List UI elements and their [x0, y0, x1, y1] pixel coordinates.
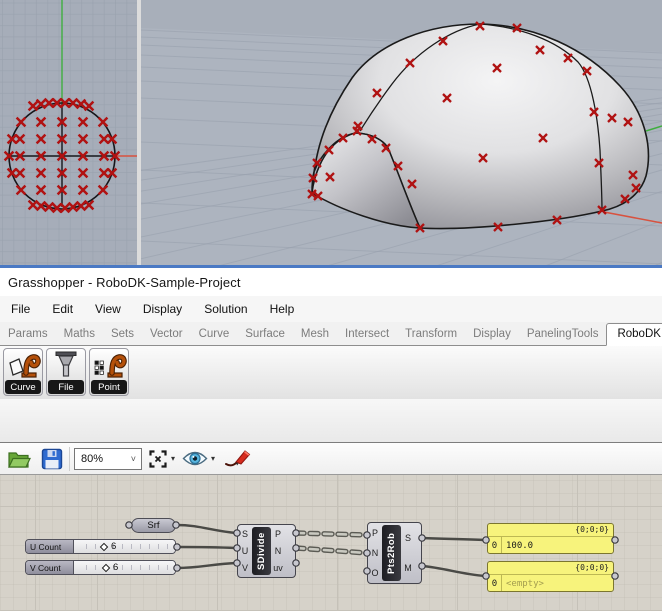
panel-path: {0;0;0} — [488, 562, 613, 575]
component-tab-bar: Params Maths Sets Vector Curve Surface M… — [0, 322, 662, 346]
window-title-bar[interactable]: Grasshopper - RoboDK-Sample-Project — [0, 268, 662, 296]
tab-params[interactable]: Params — [0, 324, 56, 345]
tab-mesh[interactable]: Mesh — [293, 324, 337, 345]
robot-curve-icon — [4, 349, 42, 383]
robot-point-icon — [90, 349, 128, 383]
output-s[interactable]: S — [405, 533, 411, 543]
grasshopper-canvas[interactable]: Srf U Count 6 V Count 6 S U V S — [0, 475, 662, 611]
input-s[interactable]: S — [242, 529, 248, 539]
data-panel-empty[interactable]: {0;0;0} 0 <empty> — [487, 561, 614, 592]
pts2rob-outputs: S M — [401, 523, 415, 583]
ribbon-button-label: File — [48, 380, 84, 394]
preview-eye-icon[interactable] — [182, 450, 208, 467]
panel-index: 0 — [488, 537, 502, 554]
spindle-file-icon — [47, 349, 85, 383]
robodk-curve-button[interactable]: Curve — [3, 348, 43, 396]
sdivide-component[interactable]: S U V SDivide P N uv — [237, 524, 296, 578]
tab-surface[interactable]: Surface — [237, 324, 293, 345]
slider-ticks — [78, 565, 171, 570]
input-v[interactable]: V — [242, 563, 248, 573]
input-p[interactable]: P — [372, 528, 378, 538]
tab-transform[interactable]: Transform — [397, 324, 465, 345]
tab-intersect[interactable]: Intersect — [337, 324, 397, 345]
output-n[interactable]: N — [275, 546, 282, 556]
preview-dropdown-caret[interactable]: ▾ — [211, 454, 215, 463]
top-view-background — [0, 0, 137, 268]
application-window: Grasshopper - RoboDK-Sample-Project File… — [0, 0, 662, 611]
slider-value: 6 — [111, 540, 116, 553]
ribbon-empty-area — [0, 399, 662, 443]
sdivide-inputs: S U V — [238, 525, 252, 577]
save-icon[interactable] — [41, 448, 63, 470]
srf-parameter-node[interactable]: Srf — [131, 518, 176, 533]
pts2rob-name-bar: Pts2Rob — [382, 525, 401, 581]
slider-track[interactable]: 6 — [74, 561, 175, 574]
menu-edit[interactable]: Edit — [41, 299, 84, 319]
pts2rob-component[interactable]: P N O Pts2Rob S M — [367, 522, 422, 584]
output-p[interactable]: P — [275, 529, 281, 539]
canvas-zoom-select[interactable]: 80% ˅ — [74, 448, 142, 470]
output-uv[interactable]: uv — [273, 563, 283, 573]
zoom-dropdown-caret[interactable]: ▾ — [171, 454, 175, 463]
pts2rob-inputs: P N O — [368, 523, 382, 583]
dashed-wires — [296, 533, 366, 553]
slider-value: 6 — [113, 561, 118, 574]
srf-label: Srf — [147, 520, 159, 531]
solid-wires — [176, 525, 485, 576]
tab-robodk-active[interactable]: RoboDK — [606, 323, 662, 346]
panel-value: 100.0 — [502, 541, 533, 551]
canvas-toolbar: 80% ˅ ▾ ▾ — [0, 443, 662, 475]
output-m[interactable]: M — [404, 563, 412, 573]
ribbon-button-label: Point — [91, 380, 127, 394]
tab-curve[interactable]: Curve — [191, 324, 238, 345]
robodk-point-button[interactable]: Point — [89, 348, 129, 396]
chevron-down-icon: ˅ — [131, 454, 141, 464]
menu-bar: File Edit View Display Solution Help — [0, 296, 662, 322]
rhino-viewport[interactable] — [0, 0, 662, 268]
tab-vector[interactable]: Vector — [142, 324, 191, 345]
menu-view[interactable]: View — [84, 299, 132, 319]
input-n[interactable]: N — [372, 548, 379, 558]
sdivide-outputs: P N uv — [271, 525, 285, 577]
tab-display[interactable]: Display — [465, 324, 519, 345]
panel-index: 0 — [488, 575, 502, 592]
viewport-scene — [0, 0, 662, 268]
tab-sets[interactable]: Sets — [103, 324, 142, 345]
menu-help[interactable]: Help — [259, 299, 306, 319]
ribbon-button-label: Curve — [5, 380, 41, 394]
tab-maths[interactable]: Maths — [56, 324, 103, 345]
input-o[interactable]: O — [371, 568, 378, 578]
panel-value: <empty> — [502, 579, 544, 589]
robodk-ribbon: Curve File — [0, 346, 662, 399]
u-count-slider[interactable]: U Count 6 — [25, 539, 176, 554]
robodk-file-button[interactable]: File — [46, 348, 86, 396]
zoom-level-value: 80% — [81, 453, 103, 465]
menu-display[interactable]: Display — [132, 299, 193, 319]
window-title: Grasshopper - RoboDK-Sample-Project — [0, 275, 241, 290]
zoom-extents-icon[interactable] — [148, 449, 168, 469]
slider-track[interactable]: 6 — [74, 540, 175, 553]
slider-label: V Count — [26, 561, 74, 574]
toolbar-separator — [69, 447, 70, 471]
slider-label: U Count — [26, 540, 74, 553]
input-u[interactable]: U — [242, 546, 249, 556]
menu-file[interactable]: File — [0, 299, 41, 319]
slider-ticks — [78, 544, 171, 549]
panel-path: {0;0;0} — [488, 524, 613, 537]
menu-solution[interactable]: Solution — [193, 299, 258, 319]
tab-panelingtools[interactable]: PanelingTools — [519, 324, 607, 345]
sdivide-name-bar: SDivide — [252, 527, 271, 575]
open-file-icon[interactable] — [7, 449, 31, 469]
sketch-pen-icon[interactable] — [224, 449, 252, 469]
data-panel-value[interactable]: {0;0;0} 0 100.0 — [487, 523, 614, 554]
viewport-divider[interactable] — [137, 0, 141, 268]
v-count-slider[interactable]: V Count 6 — [25, 560, 176, 575]
